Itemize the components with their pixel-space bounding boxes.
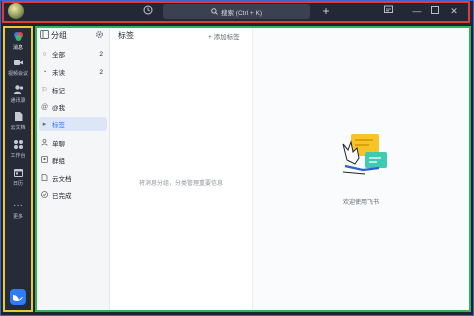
settings-gear-icon[interactable] bbox=[95, 30, 104, 41]
empty-conversation-panel: 欢迎使用飞书 bbox=[253, 28, 469, 310]
at-icon: @ bbox=[40, 103, 49, 111]
main-content: 分组 ○ 全部 2 ◔ 未读 2 ⚐ 标记 @ @我 ▸ 标签 单聊 群组 云文… bbox=[37, 28, 469, 310]
caret-right-icon: ▸ bbox=[42, 121, 47, 128]
create-plus-button[interactable]: + bbox=[319, 4, 333, 18]
cloud-doc-icon bbox=[13, 111, 24, 122]
welcome-illustration bbox=[342, 134, 387, 175]
rail-item-contacts[interactable]: 通讯录 bbox=[4, 84, 32, 104]
unread-icon: ◔ bbox=[42, 68, 47, 76]
calendar-icon bbox=[13, 167, 24, 178]
group-header: 分组 bbox=[37, 28, 109, 42]
welcome-text: 欢迎使用飞书 bbox=[342, 200, 379, 206]
app-logo-button[interactable] bbox=[10, 289, 26, 305]
group-item-all[interactable]: ○ 全部 2 bbox=[39, 47, 107, 61]
add-label-button[interactable]: + 添加标签 bbox=[208, 31, 240, 41]
user-avatar[interactable] bbox=[8, 3, 24, 19]
group-item-flagged[interactable]: ⚐ 标记 bbox=[39, 83, 107, 97]
group-item-unread[interactable]: ◔ 未读 2 bbox=[39, 65, 107, 79]
search-input[interactable]: 搜索 (Ctrl + K) bbox=[163, 4, 310, 19]
group-list-panel: 分组 ○ 全部 2 ◔ 未读 2 ⚐ 标记 @ @我 ▸ 标签 单聊 群组 云文… bbox=[37, 28, 110, 310]
search-placeholder: 搜索 (Ctrl + K) bbox=[221, 9, 262, 17]
group-item-at-me[interactable]: @ @我 bbox=[39, 100, 107, 114]
person-icon bbox=[40, 138, 49, 148]
video-camera-icon bbox=[13, 57, 24, 68]
group-item-cloud-docs[interactable]: 云文档 bbox=[39, 171, 107, 185]
group-item-done[interactable]: 已完成 bbox=[39, 188, 107, 202]
check-icon bbox=[40, 190, 49, 200]
sidebar-toggle-icon[interactable] bbox=[40, 30, 49, 41]
flag-icon: ⚐ bbox=[41, 87, 48, 94]
rail-item-video-meeting[interactable]: 视频会议 bbox=[4, 57, 32, 77]
rail-item-workbench[interactable]: 工作台 bbox=[4, 139, 32, 159]
group-title: 分组 bbox=[51, 31, 67, 40]
labels-title: 标签 bbox=[118, 31, 134, 40]
group-item-groups[interactable]: 群组 bbox=[39, 153, 107, 167]
group-icon bbox=[40, 155, 49, 165]
rail-item-messages[interactable]: 消息 bbox=[4, 31, 32, 51]
group-item-single-chat[interactable]: 单聊 bbox=[39, 136, 107, 150]
search-icon bbox=[211, 8, 218, 15]
title-bar: 搜索 (Ctrl + K) + — ✕ bbox=[0, 0, 474, 24]
contacts-icon bbox=[13, 84, 24, 95]
maximize-button[interactable] bbox=[428, 4, 442, 18]
more-dots-icon: ··· bbox=[13, 200, 23, 211]
rail-item-more[interactable]: ··· 更多 bbox=[4, 200, 32, 220]
history-icon[interactable] bbox=[142, 5, 154, 17]
group-item-labels[interactable]: ▸ 标签 bbox=[39, 117, 107, 131]
workbench-icon bbox=[13, 139, 24, 150]
rail-item-cloud-docs[interactable]: 云文档 bbox=[4, 111, 32, 131]
minimize-button[interactable]: — bbox=[410, 4, 424, 18]
doc-icon bbox=[40, 173, 49, 183]
chat-bubbles-icon bbox=[13, 31, 24, 42]
screenshot-icon[interactable] bbox=[381, 4, 395, 18]
left-nav-rail: 消息 视频会议 通讯录 云文档 工作台 日历 ··· 更多 bbox=[4, 27, 32, 311]
rail-item-calendar[interactable]: 日历 bbox=[4, 167, 32, 187]
labels-empty-hint: 将消息分组，分类管理重要信息 bbox=[138, 181, 223, 187]
close-button[interactable]: ✕ bbox=[447, 4, 461, 18]
labels-panel: 标签 + 添加标签 将消息分组，分类管理重要信息 bbox=[110, 28, 253, 310]
chat-icon: ○ bbox=[42, 50, 47, 58]
